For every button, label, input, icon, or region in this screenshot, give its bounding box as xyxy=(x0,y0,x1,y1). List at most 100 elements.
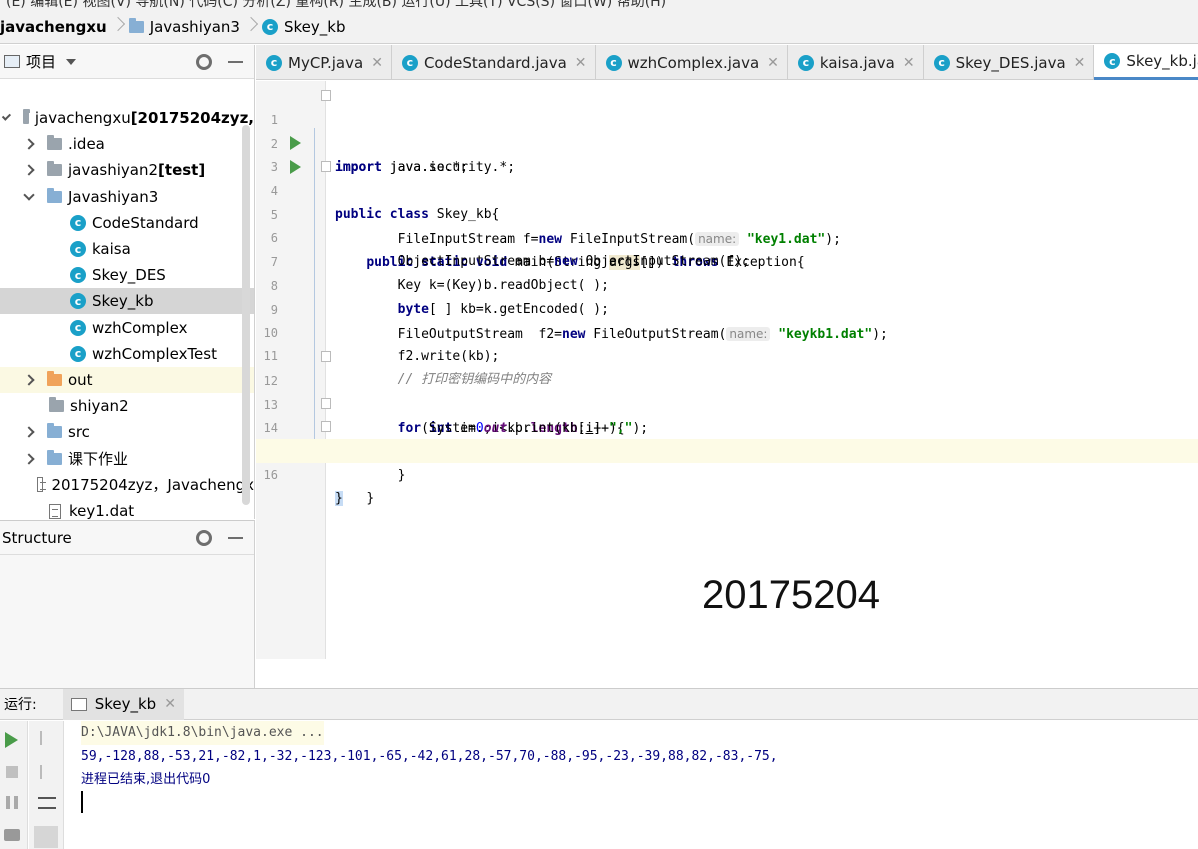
fold-icon[interactable] xyxy=(321,90,331,101)
run-gutter-icon[interactable] xyxy=(290,160,301,174)
fold-icon[interactable] xyxy=(321,421,331,432)
code-line[interactable]: 10 f2.write(kb); xyxy=(256,297,1198,364)
editor-tab[interactable]: c CodeStandard.java ✕ xyxy=(392,45,596,80)
code-line[interactable]: 4 public static void main(String args[])… xyxy=(256,155,1198,270)
arrow-up-icon[interactable] xyxy=(40,731,42,745)
run-tab-label: Skey_kb xyxy=(94,695,157,713)
code-line[interactable]: 12 for(int i=0;i<kb.length;i++){ xyxy=(256,345,1198,436)
tree-item[interactable]: key1.dat xyxy=(0,498,254,519)
tree-item[interactable]: .idea xyxy=(0,131,254,157)
fold-icon[interactable] xyxy=(321,398,331,409)
project-panel: 项目 javachengxu [20175204zyz, .idea javashi… xyxy=(0,45,255,519)
editor-tab[interactable]: c Skey_DES.java ✕ xyxy=(924,45,1095,80)
tree-item-label: 课下作业 xyxy=(68,450,129,469)
chevron-right-icon[interactable] xyxy=(23,374,35,386)
tree-item[interactable]: 课下作业 xyxy=(0,446,254,472)
stop-icon[interactable] xyxy=(6,766,18,778)
chevron-down-icon[interactable] xyxy=(23,188,35,201)
tree-item[interactable]: c wzhComplex xyxy=(0,315,254,341)
code-line[interactable]: 2 import java.security.*; xyxy=(256,108,1198,175)
gear-icon[interactable] xyxy=(196,530,212,546)
pause-icon[interactable] xyxy=(6,796,18,809)
project-panel-header: 项目 xyxy=(0,45,254,79)
tree-item[interactable]: javachengxu [20175204zyz, xyxy=(0,105,254,131)
menu-bar-text[interactable]: (E) 编辑(E) 视图(V) 导航(N) 代码(C) 分析(Z) 重构(R) … xyxy=(6,0,666,10)
java-class-icon: c xyxy=(401,54,418,71)
tree-item[interactable]: shiyan2 xyxy=(0,393,254,419)
fold-icon[interactable] xyxy=(321,161,331,172)
tree-item[interactable]: c Skey_kb xyxy=(0,288,254,315)
chevron-right-icon[interactable] xyxy=(23,138,35,150)
code-line[interactable]: 5 FileInputStream f=new FileInputStream(… xyxy=(256,179,1198,247)
tree-item[interactable]: 20175204zyz，Javachengx xyxy=(0,472,254,498)
code-line[interactable]: 15 } xyxy=(256,415,1198,506)
structure-panel-title[interactable]: Structure xyxy=(2,529,72,547)
structure-panel-header: Structure xyxy=(0,521,254,555)
tree-item[interactable]: src xyxy=(0,419,254,445)
close-icon[interactable]: ✕ xyxy=(164,696,176,712)
run-tab[interactable]: Skey_kb ✕ xyxy=(62,688,184,720)
breadcrumb-module[interactable]: Javashiyan3 xyxy=(128,10,240,43)
editor-tab[interactable]: cSkey_kb.java✕ xyxy=(1094,45,1198,80)
code-line[interactable]: 11 // 打印密钥编码中的内容 xyxy=(256,320,1198,387)
code-editor[interactable]: 1 import java.io.*; 2 import java.securi… xyxy=(256,81,1198,659)
code-line[interactable]: 9 FileOutputStream f2=new FileOutputStre… xyxy=(256,274,1198,342)
tree-item[interactable]: c CodeStandard xyxy=(0,210,254,236)
soft-wrap-icon[interactable] xyxy=(38,797,56,809)
tree-item-label: .idea xyxy=(68,135,105,154)
project-tree-scrollbar[interactable] xyxy=(242,125,250,505)
java-class-icon: c xyxy=(70,214,86,231)
editor-tab[interactable]: c kaisa.java ✕ xyxy=(788,45,924,80)
tree-item[interactable]: c kaisa xyxy=(0,236,254,262)
project-panel-title[interactable]: 项目 xyxy=(26,51,56,72)
editor-tab[interactable]: c wzhComplex.java ✕ xyxy=(596,45,788,80)
breadcrumb-file-label: Skey_kb xyxy=(283,17,346,36)
close-icon[interactable]: ✕ xyxy=(1074,55,1086,71)
breadcrumb-separator-icon xyxy=(113,12,123,42)
rerun-icon[interactable] xyxy=(5,732,18,748)
chevron-right-icon[interactable] xyxy=(23,452,35,465)
code-line-current[interactable]: 16 } xyxy=(256,439,1198,506)
menu-bar[interactable]: (E) 编辑(E) 视图(V) 导航(N) 代码(C) 分析(Z) 重构(R) … xyxy=(0,0,1198,10)
breadcrumb-module-label: Javashiyan3 xyxy=(149,17,240,36)
structure-panel: Structure xyxy=(0,520,255,688)
tree-item[interactable]: c Skey_DES xyxy=(0,262,254,288)
chevron-right-icon[interactable] xyxy=(23,426,35,439)
chevron-down-icon[interactable] xyxy=(66,58,77,65)
scroll-to-end-icon[interactable] xyxy=(34,826,58,848)
folder-icon xyxy=(47,449,62,465)
fold-icon[interactable] xyxy=(321,351,331,362)
chevron-right-icon[interactable] xyxy=(23,164,35,177)
hide-panel-icon[interactable] xyxy=(228,537,243,539)
close-icon[interactable]: ✕ xyxy=(371,55,383,71)
code-line[interactable]: 6 ObjectInputStream b=new ObjectInputStr… xyxy=(256,202,1198,269)
tree-item[interactable]: c wzhComplexTest xyxy=(0,341,254,367)
code-line[interactable]: 14 } xyxy=(256,392,1198,483)
tree-item[interactable]: javashiyan2 [test] xyxy=(0,157,254,183)
close-icon[interactable]: ✕ xyxy=(767,55,779,71)
folder-icon xyxy=(49,397,64,413)
close-icon[interactable]: ✕ xyxy=(575,55,587,71)
tree-item-label: shiyan2 xyxy=(70,397,129,416)
breadcrumb-project[interactable]: javachengxu xyxy=(0,10,107,43)
tree-item-label: Javashiyan3 xyxy=(68,187,159,206)
code-line[interactable]: 13 System.out.print(kb[i]+","); xyxy=(256,369,1198,436)
code-line[interactable]: 7 Key k=(Key)b.readObject( ); xyxy=(256,226,1198,293)
code-line[interactable]: 3 public class Skey_kb{ xyxy=(256,131,1198,222)
arrow-down-icon[interactable] xyxy=(40,765,42,779)
code-line[interactable]: 8 byte[ ] kb=k.getEncoded( ); xyxy=(256,250,1198,317)
tree-item[interactable]: out xyxy=(0,367,254,393)
close-icon[interactable]: ✕ xyxy=(903,55,915,71)
run-gutter-icon[interactable] xyxy=(290,136,301,150)
tree-item[interactable]: Javashiyan3 xyxy=(0,184,254,210)
console-output[interactable]: D:\JAVA\jdk1.8\bin\java.exe ... 59,-128,… xyxy=(64,721,1198,849)
breadcrumb-file[interactable]: c Skey_kb xyxy=(261,10,346,43)
camera-icon[interactable] xyxy=(4,829,20,841)
chevron-down-icon[interactable] xyxy=(1,111,11,121)
tree-item-label: CodeStandard xyxy=(92,213,199,232)
tree-item-label: out xyxy=(68,371,93,389)
gear-icon[interactable] xyxy=(196,54,212,70)
editor-tab[interactable]: c MyCP.java ✕ xyxy=(256,45,392,80)
hide-panel-icon[interactable] xyxy=(228,61,243,63)
code-line[interactable]: 1 import java.io.*; xyxy=(256,84,1198,175)
